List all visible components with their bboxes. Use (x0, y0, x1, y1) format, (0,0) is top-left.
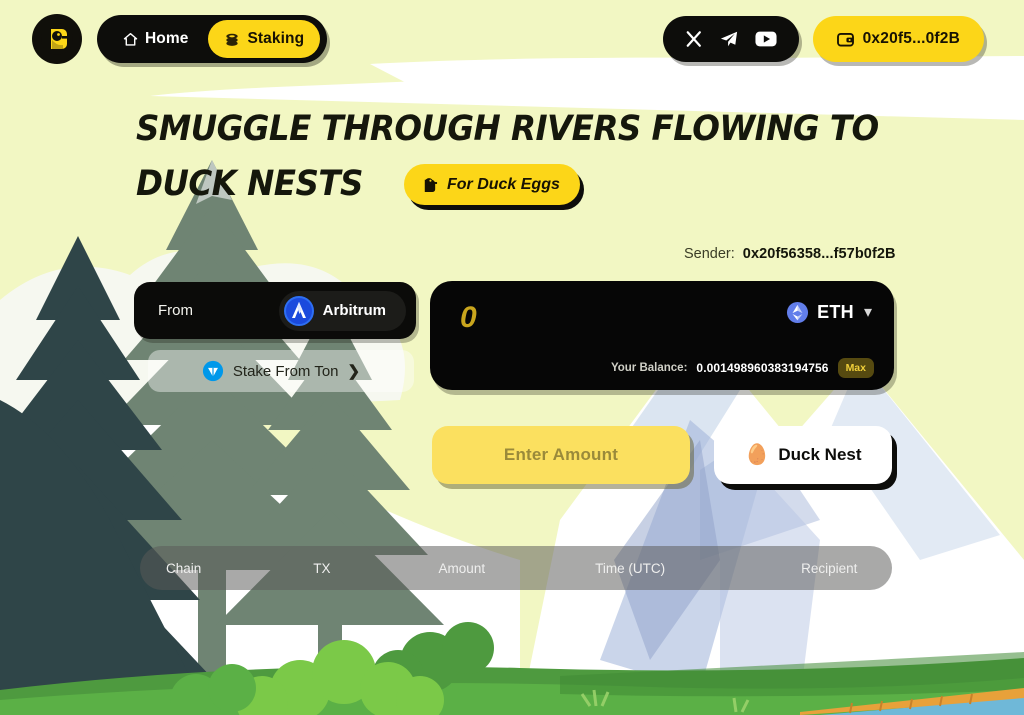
ethereum-icon (787, 301, 809, 324)
hero-section: SMUGGLE THROUGH RIVERS FLOWING TO DUCK N… (136, 102, 896, 212)
column-header-tx: TX (313, 560, 331, 576)
column-header-amount: Amount (438, 560, 486, 576)
chevron-right-icon: ❯ (347, 363, 361, 380)
transactions-table-header: Chain TX Amount Time (UTC) Recipient (140, 546, 892, 590)
nav-item-staking[interactable]: Staking (208, 20, 321, 58)
hero-title-row2: DUCK NESTS For Duck Eggs (136, 157, 896, 212)
home-icon (123, 32, 138, 46)
balance-value: 0.001498960383194756 (696, 361, 829, 375)
arbitrum-icon (283, 295, 314, 326)
amount-panel: ETH ▾ Your Balance: 0.001498960383194756… (430, 281, 894, 390)
ton-icon (202, 360, 223, 382)
from-chain-panel: From Arbitrum (134, 282, 416, 339)
header-right-group: 0x20f5...0f2B (662, 16, 984, 62)
wallet-address-label: 0x20f5...0f2B (862, 30, 960, 47)
column-header-time: Time (UTC) (595, 560, 666, 576)
for-duck-eggs-badge[interactable]: For Duck Eggs (403, 164, 580, 205)
nav-item-home-label: Home (145, 30, 189, 47)
app-root: Home Staking 0x20f5...0f2B SMUGGLE THROU… (0, 0, 1024, 715)
duck-nest-button[interactable]: 🥚 Duck Nest (714, 426, 892, 484)
coins-icon (226, 33, 239, 46)
duck-nest-label: Duck Nest (778, 445, 862, 464)
duck-logo-icon (41, 23, 73, 55)
stake-from-ton-label: Stake From Ton (232, 362, 339, 380)
nav-item-staking-label: Staking (247, 30, 305, 47)
chevron-down-icon: ▾ (863, 303, 872, 321)
telegram-icon[interactable] (719, 30, 739, 48)
sender-label: Sender: (684, 246, 735, 262)
site-header: Home Staking 0x20f5...0f2B (0, 0, 1024, 78)
wallet-address-button[interactable]: 0x20f5...0f2B (812, 16, 984, 62)
duck-logo[interactable] (34, 16, 80, 62)
for-duck-eggs-label: For Duck Eggs (446, 175, 560, 193)
chain-selector[interactable]: Arbitrum (278, 290, 406, 331)
egg-emoji-icon: 🥚 (744, 444, 770, 466)
nav-item-home[interactable]: Home (107, 20, 204, 58)
balance-label: Your Balance: (610, 362, 688, 374)
social-links (662, 16, 799, 62)
duck-icon (424, 178, 438, 193)
youtube-icon[interactable] (755, 31, 777, 47)
sender-row: Sender: 0x20f56358...f57b0f2B (684, 246, 896, 262)
token-selector[interactable]: ETH ▾ (786, 301, 872, 324)
column-header-chain: Chain (166, 560, 202, 576)
max-button[interactable]: Max (837, 358, 874, 378)
sender-address: 0x20f56358...f57b0f2B (742, 246, 896, 262)
x-icon[interactable] (685, 30, 703, 48)
hero-title-line1: SMUGGLE THROUGH RIVERS FLOWING TO (136, 109, 879, 149)
submit-button[interactable]: Enter Amount (432, 426, 690, 484)
token-symbol: ETH (817, 302, 854, 322)
amount-input[interactable] (460, 301, 760, 335)
stake-from-ton-link[interactable]: Stake From Ton ❯ (148, 350, 414, 392)
balance-row: Your Balance: 0.001498960383194756 Max (611, 358, 874, 378)
hero-title-line2: DUCK NESTS (136, 164, 363, 204)
wallet-icon (836, 32, 854, 47)
chain-name: Arbitrum (322, 302, 386, 319)
column-header-recipient: Recipient (801, 560, 858, 576)
main-nav: Home Staking (97, 15, 328, 63)
from-label: From (158, 302, 193, 319)
